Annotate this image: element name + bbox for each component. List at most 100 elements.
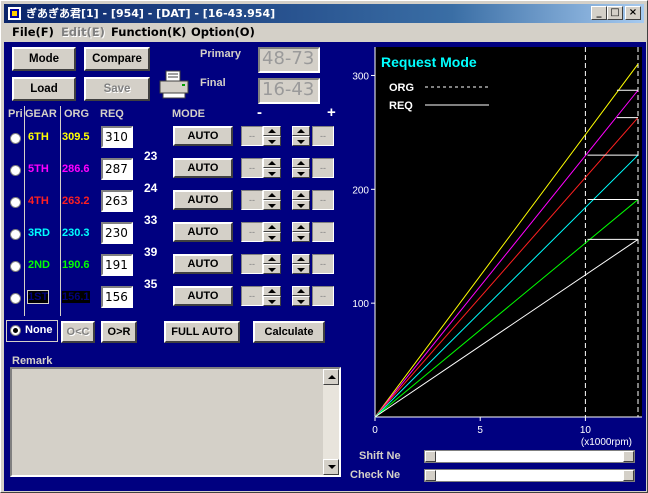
calculate-button[interactable]: Calculate <box>253 321 325 343</box>
spin-up-button[interactable] <box>263 222 281 232</box>
scroll-up-icon <box>328 375 336 379</box>
gear-minus-spinner[interactable]: -- <box>241 125 287 147</box>
gear-auto-button[interactable]: AUTO <box>173 126 233 146</box>
spin-down-button[interactable] <box>263 232 281 242</box>
header-req: REQ <box>100 108 124 120</box>
spin-up-button[interactable] <box>292 126 310 136</box>
gear-radio[interactable] <box>10 133 21 144</box>
spin-up-button[interactable] <box>263 254 281 264</box>
maximize-button[interactable]: □ <box>607 6 623 20</box>
gear-plus-spinner[interactable]: -- <box>292 253 338 275</box>
save-button[interactable]: Save <box>84 77 150 101</box>
spin-down-button[interactable] <box>263 264 281 274</box>
gear-req-input[interactable]: 310 <box>101 126 133 148</box>
y-tick-label: 100 <box>352 299 369 310</box>
spin-up-button[interactable] <box>263 126 281 136</box>
gear-minus-spinner[interactable]: -- <box>241 189 287 211</box>
spin-up-button[interactable] <box>292 254 310 264</box>
none-radio[interactable] <box>10 325 21 336</box>
spin-down-button[interactable] <box>292 168 310 178</box>
gear-plus-spinner[interactable]: -- <box>292 189 338 211</box>
o-less-c-button[interactable]: O<C <box>61 321 95 343</box>
shift-chart: 100 200 300 0 5 10 (x1000rpm) Request Mode ORG RE… <box>347 47 642 451</box>
menu-file[interactable]: File(F) <box>12 25 54 39</box>
chart-svg: 100 200 300 0 5 10(x1000rpm) Request Mode ORG RE… <box>352 47 642 448</box>
scroll-up-button[interactable] <box>323 369 339 385</box>
gear-auto-button[interactable]: AUTO <box>173 254 233 274</box>
spin-up-button[interactable] <box>292 222 310 232</box>
header-gear: GEAR <box>25 108 57 120</box>
gear-radio[interactable] <box>10 293 21 304</box>
spin-down-button[interactable] <box>263 296 281 306</box>
remark-textarea[interactable] <box>10 367 341 477</box>
spin-down-button[interactable] <box>292 232 310 242</box>
gear-plus-spinner[interactable]: -- <box>292 125 338 147</box>
spin-up-button[interactable] <box>263 286 281 296</box>
spin-up-icon <box>297 193 305 197</box>
printer-icon[interactable] <box>158 70 190 100</box>
gear-auto-button[interactable]: AUTO <box>173 158 233 178</box>
spin-down-button[interactable] <box>263 168 281 178</box>
spin-down-button[interactable] <box>292 264 310 274</box>
gear-req-input[interactable]: 287 <box>101 158 133 180</box>
spin-up-button[interactable] <box>292 286 310 296</box>
menu-option[interactable]: Option(O) <box>191 25 255 39</box>
spin-down-button[interactable] <box>263 136 281 146</box>
gear-req-input[interactable]: 263 <box>101 190 133 212</box>
compare-button[interactable]: Compare <box>84 47 150 71</box>
gear-plus-spinner[interactable]: -- <box>292 221 338 243</box>
gear-auto-button[interactable]: AUTO <box>173 222 233 242</box>
gear-minus-spinner[interactable]: -- <box>241 221 287 243</box>
spinner-value: -- <box>241 158 263 178</box>
final-field[interactable]: 16-43 <box>258 78 320 104</box>
gear-auto-button[interactable]: AUTO <box>173 286 233 306</box>
check-ne-label: Check Ne <box>350 469 401 481</box>
spin-up-icon <box>297 161 305 165</box>
gear-radio[interactable] <box>10 197 21 208</box>
check-ne-left-button[interactable] <box>425 470 436 481</box>
spinner-value: -- <box>312 254 334 274</box>
close-button[interactable]: × <box>625 6 641 20</box>
gear-auto-button[interactable]: AUTO <box>173 190 233 210</box>
gear-radio[interactable] <box>10 261 21 272</box>
spin-down-button[interactable] <box>292 200 310 210</box>
primary-field[interactable]: 48-73 <box>258 47 320 73</box>
spin-down-button[interactable] <box>292 296 310 306</box>
load-button[interactable]: Load <box>12 77 76 101</box>
remark-scrollbar[interactable] <box>323 369 339 475</box>
chart-title: Request Mode <box>381 54 477 70</box>
spin-down-icon <box>297 268 305 272</box>
spin-down-button[interactable] <box>263 200 281 210</box>
mode-button[interactable]: Mode <box>12 47 76 71</box>
gear-req-input[interactable]: 230 <box>101 222 133 244</box>
shift-ne-left-button[interactable] <box>425 451 436 462</box>
scroll-down-button[interactable] <box>323 459 339 475</box>
gear-radio[interactable] <box>10 229 21 240</box>
x-tick-label: 0 <box>372 425 378 436</box>
menu-function[interactable]: Function(K) <box>111 25 186 39</box>
o-greater-r-button[interactable]: O>R <box>101 321 137 343</box>
spin-up-button[interactable] <box>292 158 310 168</box>
gear-minus-spinner[interactable]: -- <box>241 285 287 307</box>
shift-ne-right-button[interactable] <box>623 451 634 462</box>
check-ne-right-button[interactable] <box>623 470 634 481</box>
spin-up-button[interactable] <box>292 190 310 200</box>
gear-req-input[interactable]: 156 <box>101 286 133 308</box>
shift-ne-slider[interactable] <box>424 450 635 463</box>
minimize-button[interactable]: _ <box>591 6 607 20</box>
spin-up-button[interactable] <box>263 190 281 200</box>
menu-edit[interactable]: Edit(E) <box>61 25 105 39</box>
full-auto-button[interactable]: FULL AUTO <box>164 321 240 343</box>
title-bar[interactable]: ぎあぎあ君[1] - [954] - [DAT] - [16-43.954] _… <box>4 4 644 23</box>
gear-minus-spinner[interactable]: -- <box>241 253 287 275</box>
gear-minus-spinner[interactable]: -- <box>241 157 287 179</box>
gear-radio[interactable] <box>10 165 21 176</box>
gear-plus-spinner[interactable]: -- <box>292 285 338 307</box>
gear-req-input[interactable]: 191 <box>101 254 133 276</box>
spin-up-button[interactable] <box>263 158 281 168</box>
gear-org: 309.5 <box>62 131 90 143</box>
gear-plus-spinner[interactable]: -- <box>292 157 338 179</box>
spinner-value: -- <box>312 286 334 306</box>
check-ne-slider[interactable] <box>424 469 635 482</box>
spin-down-button[interactable] <box>292 136 310 146</box>
